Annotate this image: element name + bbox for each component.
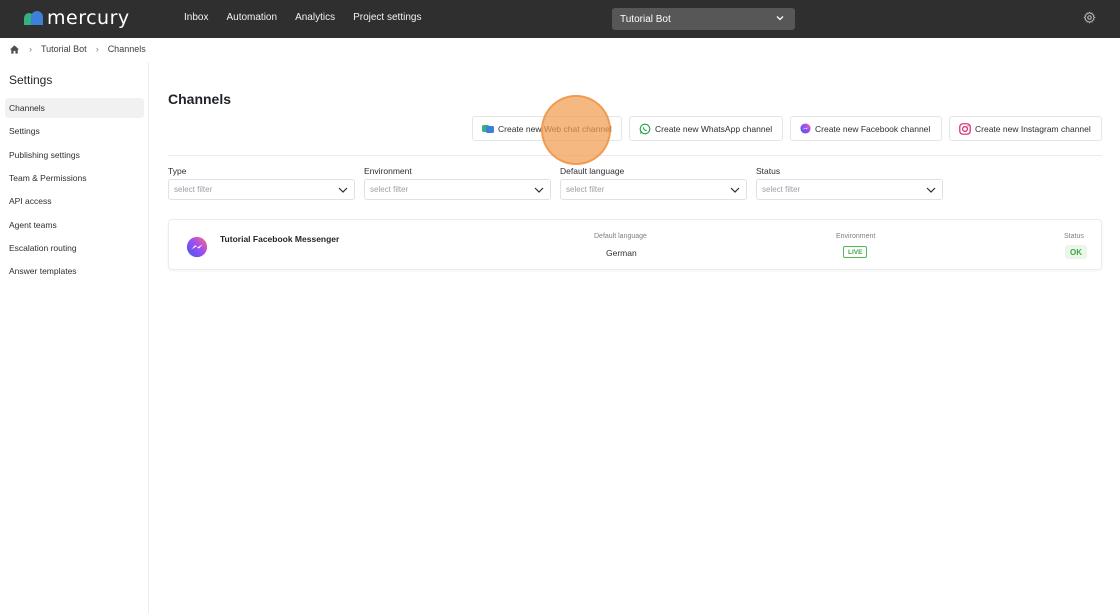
create-instagram-button[interactable]: Create new Instagram channel	[949, 116, 1102, 141]
sidebar-item-answer-templates[interactable]: Answer templates	[5, 261, 144, 281]
chevron-right-icon: ›	[29, 44, 32, 54]
status-badge: OK	[1065, 245, 1087, 259]
brand-name: mercury	[47, 7, 130, 29]
messenger-icon	[186, 236, 208, 258]
environment-label: Environment	[836, 233, 876, 240]
create-whatsapp-button[interactable]: Create new WhatsApp channel	[629, 116, 783, 141]
chevron-down-icon	[338, 187, 348, 193]
filter-type-placeholder: select filter	[174, 185, 213, 194]
create-instagram-label: Create new Instagram channel	[975, 123, 1091, 134]
breadcrumb-channels: Channels	[107, 44, 146, 54]
whatsapp-icon	[639, 123, 651, 134]
nav-project-settings[interactable]: Project settings	[353, 12, 421, 23]
breadcrumb-bot[interactable]: Tutorial Bot	[41, 44, 87, 54]
filter-status-label: Status	[756, 166, 781, 176]
create-facebook-button[interactable]: Create new Facebook channel	[790, 116, 942, 141]
bot-selector[interactable]: Tutorial Bot	[612, 8, 795, 30]
environment-badge: LIVE	[843, 246, 868, 258]
create-webchat-button[interactable]: Create new Web chat channel	[472, 116, 622, 141]
filter-environment-select[interactable]: select filter	[364, 179, 551, 200]
sidebar-title: Settings	[9, 73, 53, 87]
settings-sidebar: Settings Channels Settings Publishing se…	[0, 62, 149, 613]
sidebar-item-settings[interactable]: Settings	[5, 121, 144, 141]
instagram-icon	[959, 122, 971, 135]
nav-analytics[interactable]: Analytics	[295, 12, 335, 23]
sidebar-item-agent-teams[interactable]: Agent teams	[5, 215, 144, 235]
sidebar-item-team-permissions[interactable]: Team & Permissions	[5, 168, 144, 188]
chevron-down-icon	[776, 16, 784, 21]
mercury-logo-icon	[24, 11, 43, 25]
filter-environment-placeholder: select filter	[370, 185, 409, 194]
filter-language-select[interactable]: select filter	[560, 179, 747, 200]
filter-language-placeholder: select filter	[566, 185, 605, 194]
chevron-down-icon	[926, 187, 936, 193]
main-nav: Inbox Automation Analytics Project setti…	[184, 12, 421, 23]
channel-name: Tutorial Facebook Messenger	[220, 234, 340, 244]
create-whatsapp-label: Create new WhatsApp channel	[655, 123, 773, 134]
chevron-down-icon	[534, 187, 544, 193]
default-language-label: Default language	[594, 233, 647, 240]
sidebar-item-api-access[interactable]: API access	[5, 191, 144, 211]
brand-logo[interactable]: mercury	[24, 7, 130, 29]
chevron-right-icon: ›	[95, 44, 99, 54]
bot-selector-value: Tutorial Bot	[620, 13, 671, 25]
create-webchat-label: Create new Web chat channel	[498, 123, 612, 134]
divider	[168, 155, 1102, 156]
default-language-value: German	[606, 248, 637, 258]
top-bar: mercury Inbox Automation Analytics Proje…	[0, 0, 1120, 38]
channel-card[interactable]: Tutorial Facebook Messenger Default lang…	[168, 219, 1102, 270]
create-facebook-label: Create new Facebook channel	[815, 123, 931, 134]
filter-environment-label: Environment	[364, 166, 412, 176]
breadcrumb: › Tutorial Bot › Channels	[9, 43, 146, 55]
page-title: Channels	[168, 91, 232, 107]
home-icon[interactable]	[9, 44, 20, 55]
filter-type-select[interactable]: select filter	[168, 179, 355, 200]
gear-icon[interactable]	[1083, 11, 1096, 24]
nav-automation[interactable]: Automation	[226, 12, 277, 23]
messenger-icon	[800, 123, 811, 134]
filter-language-label: Default language	[560, 166, 625, 176]
filter-type-label: Type	[168, 166, 187, 176]
chevron-down-icon	[730, 187, 740, 193]
webchat-icon	[482, 124, 494, 133]
sidebar-item-escalation-routing[interactable]: Escalation routing	[5, 238, 144, 258]
filter-status-select[interactable]: select filter	[756, 179, 943, 200]
nav-inbox[interactable]: Inbox	[184, 12, 208, 23]
status-label: Status	[1064, 233, 1084, 240]
filter-status-placeholder: select filter	[762, 185, 801, 194]
sidebar-item-channels[interactable]: Channels	[5, 98, 144, 118]
sidebar-item-publishing-settings[interactable]: Publishing settings	[5, 145, 144, 165]
